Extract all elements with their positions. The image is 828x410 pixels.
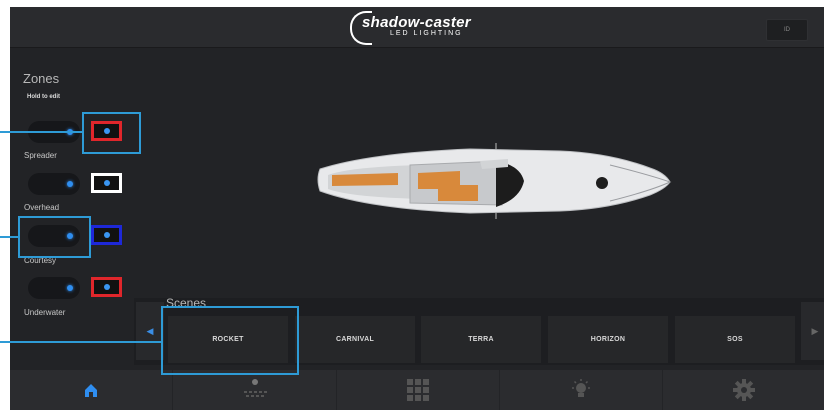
zone-toggle-courtesy[interactable] [28,277,80,299]
bottom-nav [10,370,824,410]
zone-label-underwater: Underwater [24,308,66,317]
nav-lights[interactable] [173,370,336,410]
zone-label-spreader: Spreader [24,151,57,160]
zone-color-swatch-4[interactable] [91,277,122,297]
toggle-knob [67,285,73,291]
top-bar: shadow-caster LED LIGHTING ID [10,7,824,48]
boat-image [317,143,672,219]
callout-line [0,236,18,238]
scene-button-sos[interactable]: SOS [675,316,795,363]
zone-color-swatch-3[interactable] [91,225,122,245]
zones-title: Zones [23,71,60,86]
callout-box-scene [161,306,299,375]
swatch-dot [104,180,110,186]
zone-toggle-spreader[interactable] [28,173,80,195]
scene-button-terra[interactable]: TERRA [421,316,541,363]
zone-label-overhead: Overhead [24,203,60,212]
callout-line [0,131,82,133]
corner-button[interactable]: ID [766,19,808,41]
callout-box-swatch [82,112,141,154]
settings-icon [732,379,755,401]
lights-icon [243,379,267,397]
logo-subtitle: LED LIGHTING [390,30,463,37]
swatch-dot [104,284,110,290]
nav-grid[interactable] [337,370,499,410]
swatch-dot [104,232,110,238]
toggle-knob [67,181,73,187]
nav-settings[interactable] [663,370,824,410]
home-icon [85,384,97,397]
callout-box-toggle [18,216,91,258]
nav-home[interactable] [10,370,172,410]
nav-bulb[interactable] [500,370,662,410]
zone-color-swatch-2[interactable] [91,173,122,193]
app-window: shadow-caster LED LIGHTING ID Zones Hold… [10,7,824,410]
scene-button-horizon[interactable]: HORIZON [548,316,668,363]
scenes-prev-arrow-icon[interactable]: ◀ [136,302,164,360]
bulb-icon [572,379,590,397]
grid-icon [407,379,429,401]
brand-logo: shadow-caster LED LIGHTING [350,11,490,45]
scenes-next-arrow-icon[interactable]: ▶ [801,302,824,360]
logo-title: shadow-caster [362,14,471,31]
callout-line [0,341,161,343]
zones-hint: Hold to edit [27,94,60,100]
scene-button-carnival[interactable]: CARNIVAL [295,316,415,363]
